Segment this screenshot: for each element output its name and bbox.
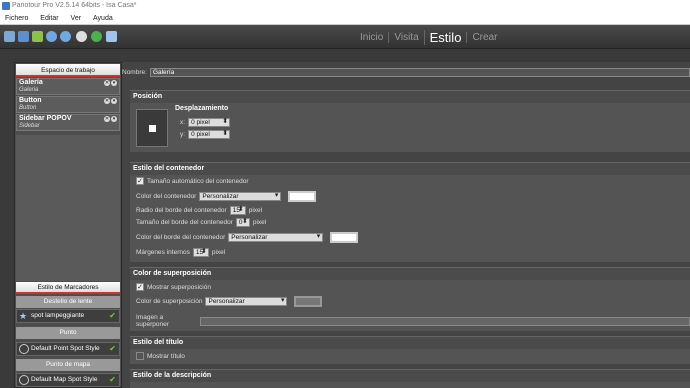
y-label: y:	[180, 131, 186, 138]
displacement-label: Desplazamiento	[175, 105, 229, 112]
marker-label: Default Point Spot Style	[31, 345, 100, 352]
marker-row-spot-lampeggiante[interactable]: ★ spot lampeggiante ✔	[16, 309, 120, 323]
unit-label: pixel	[252, 219, 267, 226]
auto-size-label: Tamaño automático del contenedor	[147, 177, 249, 185]
container-color-swatch[interactable]	[288, 191, 317, 202]
name-label: Nombre:	[122, 69, 147, 76]
item-subtitle: Sidebar	[19, 123, 40, 129]
overlay-color-label: Color de superposición	[136, 298, 203, 305]
chevron-down-icon[interactable]: ▾	[111, 80, 117, 86]
section-title: Color de superposición	[130, 268, 690, 280]
nav-tabs: Inicio Visita Estilo Crear	[355, 25, 502, 49]
marker-label: Default Map Spot Style	[31, 376, 98, 383]
auto-size-checkbox[interactable]: ✓	[136, 177, 144, 185]
menu-ayuda[interactable]: Ayuda	[88, 12, 118, 25]
border-color-swatch[interactable]	[330, 232, 359, 243]
workspace-header: Espacio de trabajo	[16, 64, 120, 77]
preview-icon[interactable]	[106, 31, 117, 42]
sidebar: Espacio de trabajo Galería Galeria ✕ ▾ Bu…	[14, 62, 122, 388]
section-title: Posición	[130, 91, 690, 103]
show-title-checkbox[interactable]	[136, 352, 144, 360]
markers-header: Estilo de Marcadores	[16, 282, 120, 294]
unit-label: pixel	[211, 249, 226, 256]
menu-editar[interactable]: Editar	[35, 12, 63, 25]
name-input[interactable]: Galería	[149, 68, 690, 77]
overlay-color-swatch[interactable]	[294, 296, 323, 307]
border-size-label: Tamaño del borde del contenedor	[136, 219, 233, 226]
item-subtitle: Button	[19, 105, 37, 111]
position-section: Posición Desplazamiento x: 0 pixel y: 0 …	[130, 90, 690, 152]
style-editor-panel: Nombre: Galería Posición Desplazamiento …	[122, 62, 690, 388]
description-style-section: Estilo de la descripción	[130, 369, 690, 388]
add-panorama-icon[interactable]	[32, 31, 43, 42]
unit-label: pixel	[248, 207, 263, 214]
anchor-center[interactable]	[149, 125, 156, 132]
border-radius-spinner[interactable]: 15	[229, 206, 246, 215]
window-titlebar: Panotour Pro V2.5.14 64bits - Isa Casa*	[0, 0, 690, 12]
group-destello-de-lente[interactable]: Destello de lente	[16, 296, 120, 308]
border-color-select[interactable]: Personalizar	[228, 233, 324, 242]
workspace-item-galeria[interactable]: Galería Galeria ✕ ▾	[16, 78, 120, 95]
star-icon: ★	[19, 311, 28, 321]
check-icon: ✔	[109, 311, 116, 320]
play-icon[interactable]	[91, 31, 102, 42]
x-label: x:	[180, 119, 186, 126]
container-style-section: Estilo del contenedor ✓ Tamaño automátic…	[130, 162, 690, 262]
tab-inicio[interactable]: Inicio	[355, 32, 388, 43]
circle-icon	[19, 375, 29, 385]
toolbar	[0, 25, 690, 49]
border-radius-label: Radio del borde del contenedor	[136, 207, 227, 214]
tab-estilo[interactable]: Estilo	[423, 29, 467, 45]
check-icon: ✔	[109, 344, 116, 353]
padding-spinner[interactable]: 15	[192, 248, 209, 257]
marker-label: spot lampeggiante	[31, 312, 85, 319]
chevron-down-icon[interactable]: ▾	[111, 116, 117, 122]
window-title: Panotour Pro V2.5.14 64bits - Isa Casa*	[12, 2, 137, 9]
container-color-label: Color del contenedor	[136, 193, 197, 200]
tab-visita[interactable]: Visita	[388, 31, 423, 43]
section-title: Estilo del título	[130, 337, 690, 349]
group-punto[interactable]: Punto	[16, 327, 120, 339]
gear-icon[interactable]	[76, 31, 87, 42]
y-offset-spinner[interactable]: 0 pixel	[188, 130, 231, 139]
close-icon[interactable]: ✕	[104, 116, 110, 122]
border-color-label: Color del borde del contenedor	[136, 234, 226, 241]
redo-icon[interactable]	[60, 31, 71, 42]
border-size-spinner[interactable]: 0	[235, 218, 250, 227]
container-color-select[interactable]: Personalizar	[199, 192, 282, 201]
menu-ver[interactable]: Ver	[66, 12, 87, 25]
marker-row-default-map[interactable]: Default Map Spot Style ✔	[16, 373, 120, 387]
group-punto-de-mapa[interactable]: Punto de mapa	[16, 359, 120, 371]
check-icon: ✔	[109, 375, 116, 384]
marker-row-default-point[interactable]: Default Point Spot Style ✔	[16, 342, 120, 356]
app-icon	[2, 2, 10, 10]
overlay-image-label: Imagen a superponer	[136, 314, 169, 328]
close-icon[interactable]: ✕	[104, 98, 110, 104]
item-subtitle: Galeria	[19, 87, 39, 93]
workspace-item-button[interactable]: Button Button ✕ ▾	[16, 96, 120, 113]
overlay-section: Color de superposición ✓ Mostrar superpo…	[130, 267, 690, 331]
overlay-image-input[interactable]	[200, 316, 690, 326]
show-overlay-label: Mostrar superposición	[147, 283, 211, 291]
title-style-section: Estilo del título Mostrar título	[130, 336, 690, 364]
save-icon[interactable]	[18, 31, 29, 42]
section-title: Estilo del contenedor	[130, 163, 690, 175]
undo-icon[interactable]	[46, 31, 57, 42]
overlay-color-select[interactable]: Personalizar	[205, 297, 288, 306]
tab-crear[interactable]: Crear	[466, 31, 502, 43]
workspace-item-sidebar-popov[interactable]: Sidebar POPOV Sidebar ✕ ▾	[16, 114, 120, 131]
workspace-empty-area	[16, 135, 120, 281]
menu-bar: Fichero Editar Ver Ayuda	[0, 12, 690, 25]
anchor-grid[interactable]	[136, 109, 168, 147]
new-project-icon[interactable]	[4, 31, 15, 42]
show-title-label: Mostrar título	[147, 352, 185, 360]
padding-label: Márgenes internos	[136, 249, 190, 256]
menu-fichero[interactable]: Fichero	[0, 12, 33, 25]
close-icon[interactable]: ✕	[104, 80, 110, 86]
x-offset-spinner[interactable]: 0 pixel	[188, 118, 231, 127]
show-overlay-checkbox[interactable]: ✓	[136, 283, 144, 291]
section-title: Estilo de la descripción	[130, 370, 690, 382]
circle-icon	[19, 344, 29, 354]
chevron-down-icon[interactable]: ▾	[111, 98, 117, 104]
